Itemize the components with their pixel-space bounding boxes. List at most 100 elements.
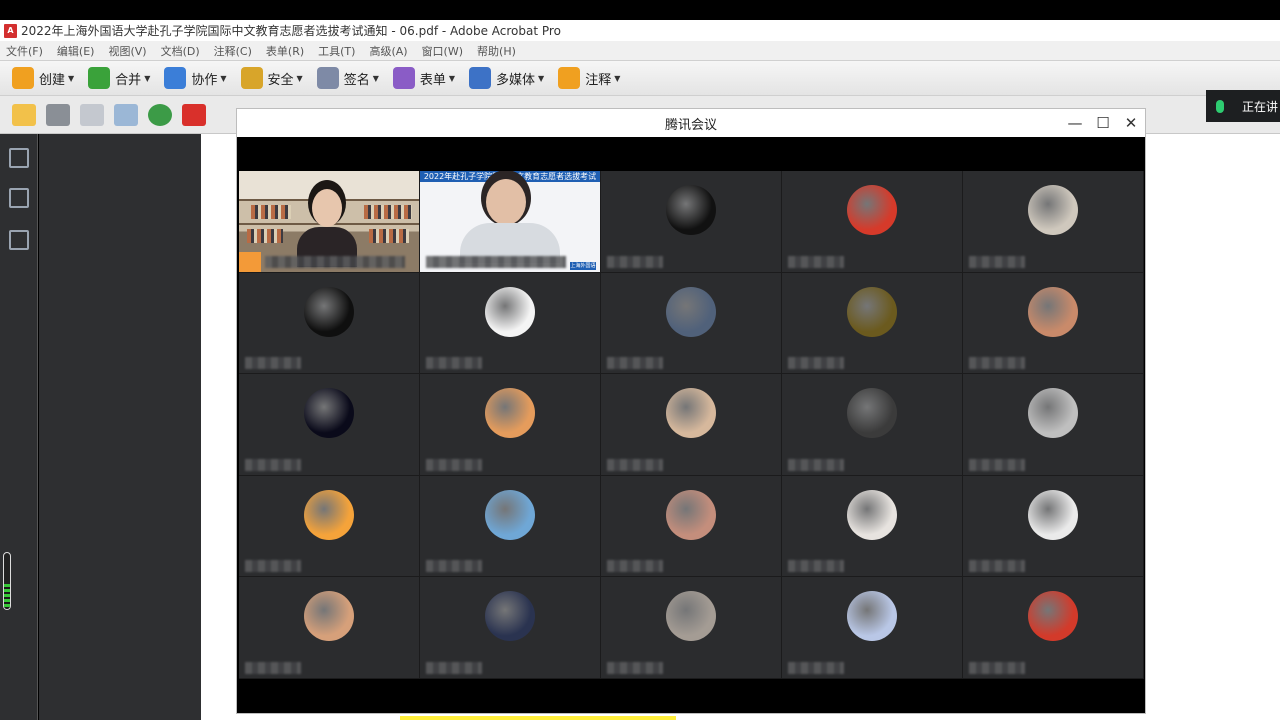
close-button[interactable]: ✕ — [1117, 109, 1145, 137]
participant-tile[interactable] — [420, 577, 601, 679]
meeting-app-icon[interactable] — [182, 103, 206, 126]
participant-tile[interactable] — [420, 272, 601, 375]
participant-tile[interactable] — [963, 272, 1144, 375]
toolbar-button-multimedia[interactable]: 多媒体 ▼ — [469, 67, 544, 89]
participant-avatar — [485, 591, 535, 642]
participant-tile[interactable] — [239, 475, 420, 578]
menu-comments[interactable]: 注释(C) — [214, 43, 252, 59]
menu-edit[interactable]: 编辑(E) — [57, 43, 95, 59]
participant-tile[interactable] — [963, 475, 1144, 578]
screen-top-bar — [0, 0, 1280, 20]
dropdown-caret-icon: ▼ — [220, 73, 227, 83]
participant-name-blurred — [788, 458, 844, 471]
toolbar-button-form[interactable]: 表单 ▼ — [392, 67, 456, 89]
dropdown-caret-icon: ▼ — [538, 73, 545, 83]
video-status-tag — [239, 251, 261, 272]
collaborate-icon — [164, 67, 187, 89]
toolbar-button-create[interactable]: 创建 ▼ — [12, 67, 74, 89]
participant-tile[interactable] — [782, 475, 963, 578]
pages-icon[interactable] — [9, 148, 29, 168]
participant-avatar — [1028, 591, 1078, 642]
acrobat-title-bar: A 2022年上海外国语大学赴孔子学院国际中文教育志愿者选拔考试通知 - 06.… — [0, 20, 1280, 41]
menu-document[interactable]: 文档(D) — [161, 43, 200, 59]
participant-tile[interactable] — [782, 171, 963, 273]
menu-forms[interactable]: 表单(R) — [266, 43, 304, 59]
participant-avatar — [847, 388, 897, 439]
toolbar-button-label: 创建 — [39, 72, 66, 88]
participant-name-blurred — [426, 560, 482, 573]
menu-advanced[interactable]: 高级(A) — [369, 43, 407, 59]
pen-icon — [316, 67, 339, 89]
participant-avatar — [847, 286, 897, 337]
print-icon[interactable] — [46, 103, 70, 126]
participant-name-blurred — [607, 458, 663, 471]
participant-name-blurred — [607, 357, 663, 370]
participant-tile[interactable] — [601, 272, 782, 375]
toolbar-button-label: 表单 — [419, 72, 446, 88]
minimize-button[interactable]: — — [1061, 109, 1089, 137]
participant-tile[interactable] — [420, 475, 601, 578]
toolbar-button-lock[interactable]: 安全 ▼ — [240, 67, 303, 89]
participant-avatar — [485, 489, 535, 540]
participant-name-blurred — [969, 255, 1025, 268]
participant-tile[interactable] — [239, 272, 420, 375]
toolbar-button-label: 多媒体 — [496, 72, 536, 88]
acrobat-left-panel — [0, 134, 38, 720]
bookmarks-icon[interactable] — [9, 188, 29, 208]
email-icon[interactable] — [114, 103, 138, 126]
participant-tile[interactable] — [420, 374, 601, 476]
participant-avatar — [304, 388, 354, 439]
toolbar-button-comment[interactable]: 注释 ▼ — [558, 67, 620, 89]
participant-tile[interactable] — [963, 171, 1144, 273]
participant-video-tile[interactable] — [239, 171, 420, 273]
participant-tile[interactable] — [782, 374, 963, 476]
audio-level-meter — [3, 552, 11, 610]
menu-help[interactable]: 帮助(H) — [477, 43, 516, 59]
menu-tools[interactable]: 工具(T) — [318, 43, 355, 59]
save-icon[interactable] — [80, 103, 104, 126]
combine-icon — [88, 67, 111, 89]
participant-tile[interactable] — [963, 577, 1144, 679]
participant-tile[interactable] — [601, 171, 782, 273]
acrobat-menubar: 文件(F) 编辑(E) 视图(V) 文档(D) 注释(C) 表单(R) 工具(T… — [0, 41, 1280, 60]
participant-tile[interactable] — [601, 475, 782, 578]
lock-icon — [240, 67, 263, 89]
participant-avatar — [485, 388, 535, 439]
participant-video — [460, 179, 560, 263]
toolbar-button-label: 安全 — [267, 72, 294, 88]
participant-tile[interactable] — [601, 374, 782, 476]
open-folder-icon[interactable] — [12, 103, 36, 126]
maximize-button[interactable]: ☐ — [1089, 109, 1117, 137]
meeting-title-bar: 腾讯会议 — ☐ ✕ — [237, 109, 1145, 137]
participant-tile[interactable] — [963, 374, 1144, 476]
toolbar-button-collaborate[interactable]: 协作 ▼ — [164, 67, 227, 89]
toolbar-button-combine[interactable]: 合并 ▼ — [88, 67, 150, 89]
participant-tile[interactable] — [782, 577, 963, 679]
speaking-label: 正在讲 — [1242, 99, 1279, 114]
tencent-meeting-window: 腾讯会议 — ☐ ✕ 2022年赴孔子学院国际中文教育志愿者选拔考试 上海外国语 — [236, 108, 1146, 714]
menu-window[interactable]: 窗口(W) — [422, 43, 463, 59]
dropdown-caret-icon: ▼ — [144, 73, 151, 83]
dropdown-caret-icon: ▼ — [448, 73, 456, 83]
participant-tile[interactable] — [239, 577, 420, 679]
participant-avatar — [1028, 185, 1078, 235]
participant-tile[interactable] — [601, 577, 782, 679]
participant-name-blurred — [245, 661, 301, 674]
pdf-icon: A — [4, 23, 17, 38]
menu-view[interactable]: 视图(V) — [108, 43, 146, 59]
speaking-indicator: 正在讲 — [1206, 90, 1280, 122]
participant-video-tile[interactable]: 2022年赴孔子学院国际中文教育志愿者选拔考试 上海外国语 — [420, 171, 601, 273]
participant-tile[interactable] — [782, 272, 963, 375]
toolbar-button-pen[interactable]: 签名 ▼ — [316, 67, 379, 89]
menu-file[interactable]: 文件(F) — [6, 43, 43, 59]
create-icon — [12, 67, 34, 89]
participant-avatar — [666, 185, 716, 235]
participant-grid: 2022年赴孔子学院国际中文教育志愿者选拔考试 上海外国语 — [239, 171, 1144, 679]
upload-icon[interactable] — [148, 103, 172, 126]
highlight-line — [400, 716, 676, 720]
participant-avatar — [1028, 388, 1078, 439]
signatures-icon[interactable] — [9, 230, 29, 250]
participant-tile[interactable] — [239, 374, 420, 476]
toolbar-button-label: 协作 — [191, 72, 218, 88]
dropdown-caret-icon: ▼ — [296, 73, 303, 83]
